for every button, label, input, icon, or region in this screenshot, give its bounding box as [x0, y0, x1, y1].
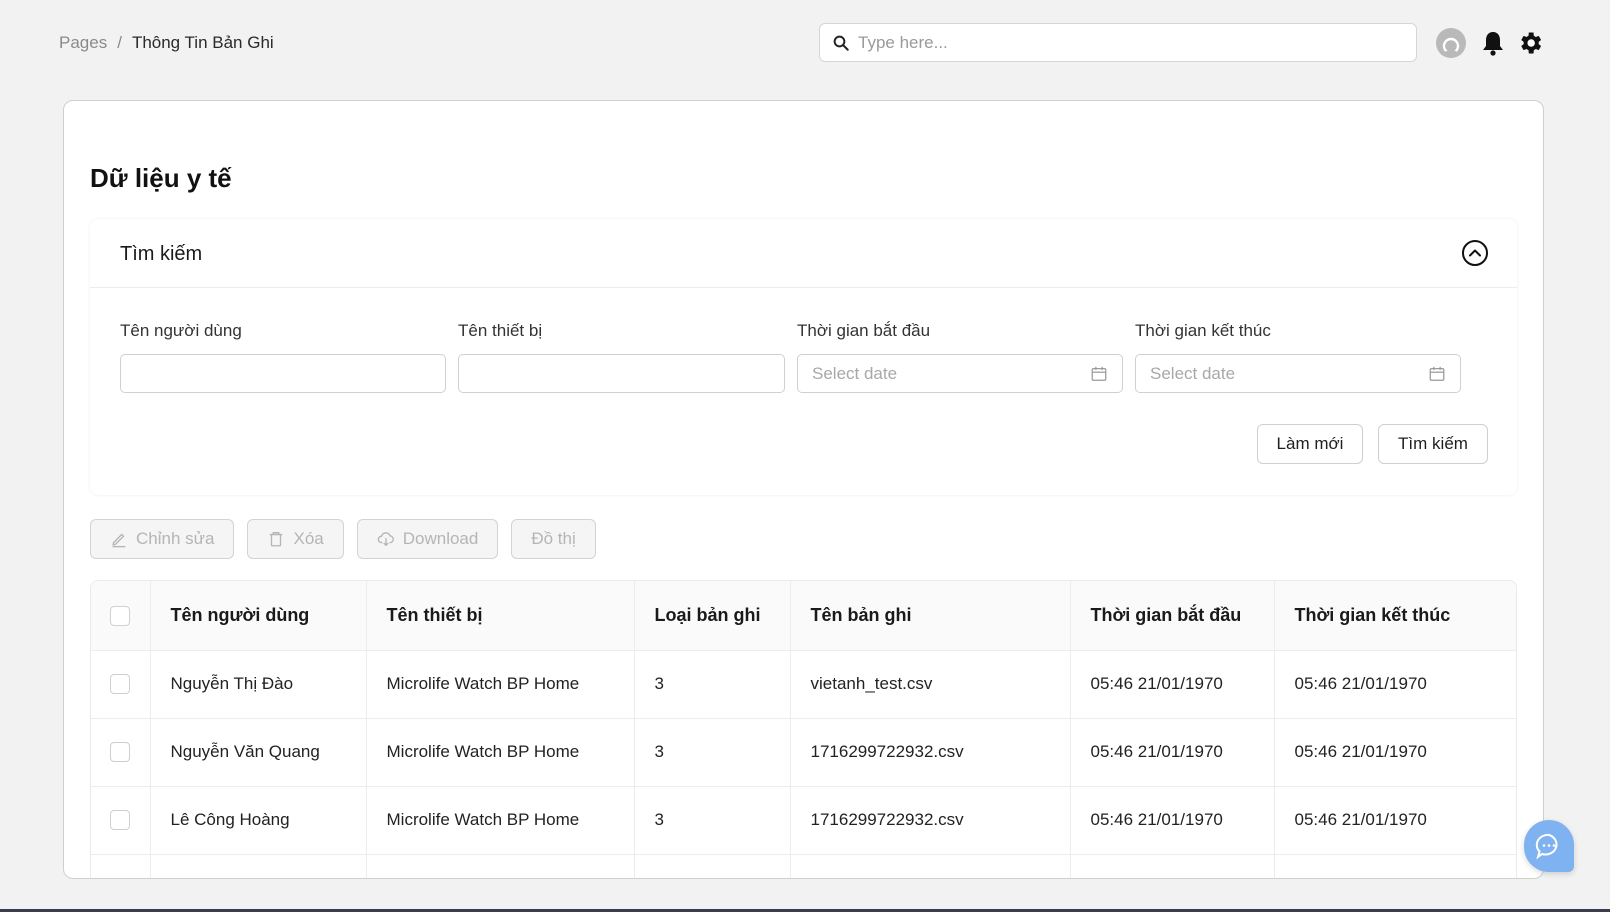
page-title: Dữ liệu y tế — [90, 163, 232, 193]
bell-icon[interactable] — [1477, 27, 1509, 59]
cell-end-time: 05:46 21/01/1970 — [1274, 650, 1516, 719]
cell-start-time: 05:46 21/01/1970 — [1070, 650, 1275, 719]
cell-record-type: 3 — [634, 718, 791, 787]
column-header[interactable]: Tên người dùng — [150, 581, 367, 651]
table-header-row: Tên người dùng Tên thiết bị Loại bản ghi… — [91, 581, 1516, 651]
device-name-field: Tên thiết bị — [458, 321, 785, 393]
search-panel-title: Tìm kiếm — [120, 243, 203, 265]
chevron-up-circle-icon[interactable] — [1461, 239, 1489, 267]
chart-button[interactable]: Đồ thị — [511, 519, 596, 559]
calendar-icon — [1429, 366, 1445, 381]
device-name-label: Tên thiết bị — [458, 321, 543, 340]
pencil-icon — [112, 533, 126, 548]
search-icon — [833, 35, 849, 51]
breadcrumb-current: Thông Tin Bản Ghi — [131, 33, 274, 52]
row-checkbox[interactable] — [110, 674, 131, 695]
cell-user-name: Nguyễn Văn Quang — [150, 718, 367, 787]
chat-bubble-icon[interactable] — [1524, 820, 1574, 872]
select-all-cell — [91, 581, 151, 651]
global-search[interactable] — [819, 23, 1417, 62]
row-checkbox[interactable] — [110, 742, 131, 763]
edit-label: Chỉnh sửa — [136, 529, 215, 548]
edit-button[interactable]: Chỉnh sửa — [90, 519, 235, 559]
table-row[interactable]: Lê Công Hoàng Microlife Watch BP Home 3 … — [91, 786, 1516, 855]
top-bar: Pages / Thông Tin Bản Ghi — [0, 0, 1610, 88]
gear-icon[interactable] — [1514, 27, 1546, 59]
breadcrumb-separator: / — [117, 33, 122, 52]
table-row[interactable]: Nguyễn Thị Đào Microlife Watch BP Home 3… — [91, 650, 1516, 719]
cloud-download-icon — [377, 532, 394, 547]
cell-record-name: vietanh_test.csv — [790, 650, 1071, 719]
cell-record-name: 1716299722932.csv — [790, 718, 1071, 787]
end-time-field: Thời gian kết thúc — [1135, 321, 1461, 393]
end-time-label: Thời gian kết thúc — [1135, 321, 1271, 340]
search-button[interactable]: Tìm kiếm — [1378, 424, 1488, 464]
chart-label: Đồ thị — [531, 529, 576, 548]
user-name-label: Tên người dùng — [120, 321, 242, 340]
user-name-input[interactable] — [135, 363, 431, 384]
table-row[interactable]: Nguyễn Văn Quang Microlife Watch BP Home… — [91, 718, 1516, 787]
search-input[interactable] — [858, 32, 1416, 53]
start-date-picker[interactable] — [797, 354, 1123, 393]
cell-device-name: Microlife Watch BP Home — [366, 718, 635, 787]
end-date-picker[interactable] — [1135, 354, 1461, 393]
start-time-label: Thời gian bắt đầu — [797, 321, 931, 340]
reset-button[interactable]: Làm mới — [1257, 424, 1363, 464]
cell-device-name: Microlife Watch BP Home — [366, 786, 635, 855]
start-date-input[interactable] — [812, 363, 1090, 384]
user-name-field: Tên người dùng — [120, 321, 446, 393]
download-button[interactable]: Download — [356, 519, 499, 559]
cell-record-type: 3 — [634, 650, 791, 719]
row-select-cell — [91, 786, 151, 855]
cell-start-time: 05:46 21/01/1970 — [1070, 786, 1275, 855]
main-card: Dữ liệu y tế Tìm kiếm Tên người dùng Tên… — [63, 100, 1544, 879]
row-select-cell — [91, 650, 151, 719]
cell-record-name: 1716299722932.csv — [790, 786, 1071, 855]
column-header[interactable]: Thời gian bắt đầu — [1070, 581, 1275, 651]
breadcrumb: Pages / Thông Tin Bản Ghi — [59, 33, 274, 53]
trash-icon — [270, 532, 283, 547]
search-panel: Tìm kiếm Tên người dùng Tên thiết bị Thờ… — [90, 219, 1517, 495]
device-name-box[interactable] — [458, 354, 785, 393]
delete-button[interactable]: Xóa — [247, 519, 344, 559]
cell-record-type: 3 — [634, 786, 791, 855]
column-header[interactable]: Tên bản ghi — [790, 581, 1071, 651]
cell-user-name: Lê Công Hoàng — [150, 786, 367, 855]
calendar-icon — [1091, 366, 1107, 381]
select-all-checkbox[interactable] — [110, 605, 131, 626]
cell-end-time: 05:46 21/01/1970 — [1274, 786, 1516, 855]
table-row-partial[interactable] — [91, 854, 1516, 878]
user-name-box[interactable] — [120, 354, 446, 393]
device-name-input[interactable] — [473, 363, 770, 384]
row-select-cell — [91, 718, 151, 787]
cell-user-name: Nguyễn Thị Đào — [150, 650, 367, 719]
search-panel-header[interactable]: Tìm kiếm — [90, 219, 1517, 288]
action-toolbar: Chỉnh sửa Xóa Download Đồ thị — [90, 519, 596, 559]
column-header[interactable]: Loại bản ghi — [634, 581, 791, 651]
cell-end-time: 05:46 21/01/1970 — [1274, 718, 1516, 787]
end-date-input[interactable] — [1150, 363, 1428, 384]
row-checkbox[interactable] — [110, 810, 131, 831]
user-avatar-icon[interactable] — [1435, 27, 1467, 59]
breadcrumb-root[interactable]: Pages — [59, 33, 107, 53]
cell-start-time: 05:46 21/01/1970 — [1070, 718, 1275, 787]
column-header[interactable]: Thời gian kết thúc — [1274, 581, 1516, 651]
download-label: Download — [402, 529, 479, 548]
start-time-field: Thời gian bắt đầu — [797, 321, 1123, 393]
records-table: Tên người dùng Tên thiết bị Loại bản ghi… — [90, 580, 1517, 878]
cell-device-name: Microlife Watch BP Home — [366, 650, 635, 719]
delete-label: Xóa — [293, 529, 324, 548]
column-header[interactable]: Tên thiết bị — [366, 581, 635, 651]
